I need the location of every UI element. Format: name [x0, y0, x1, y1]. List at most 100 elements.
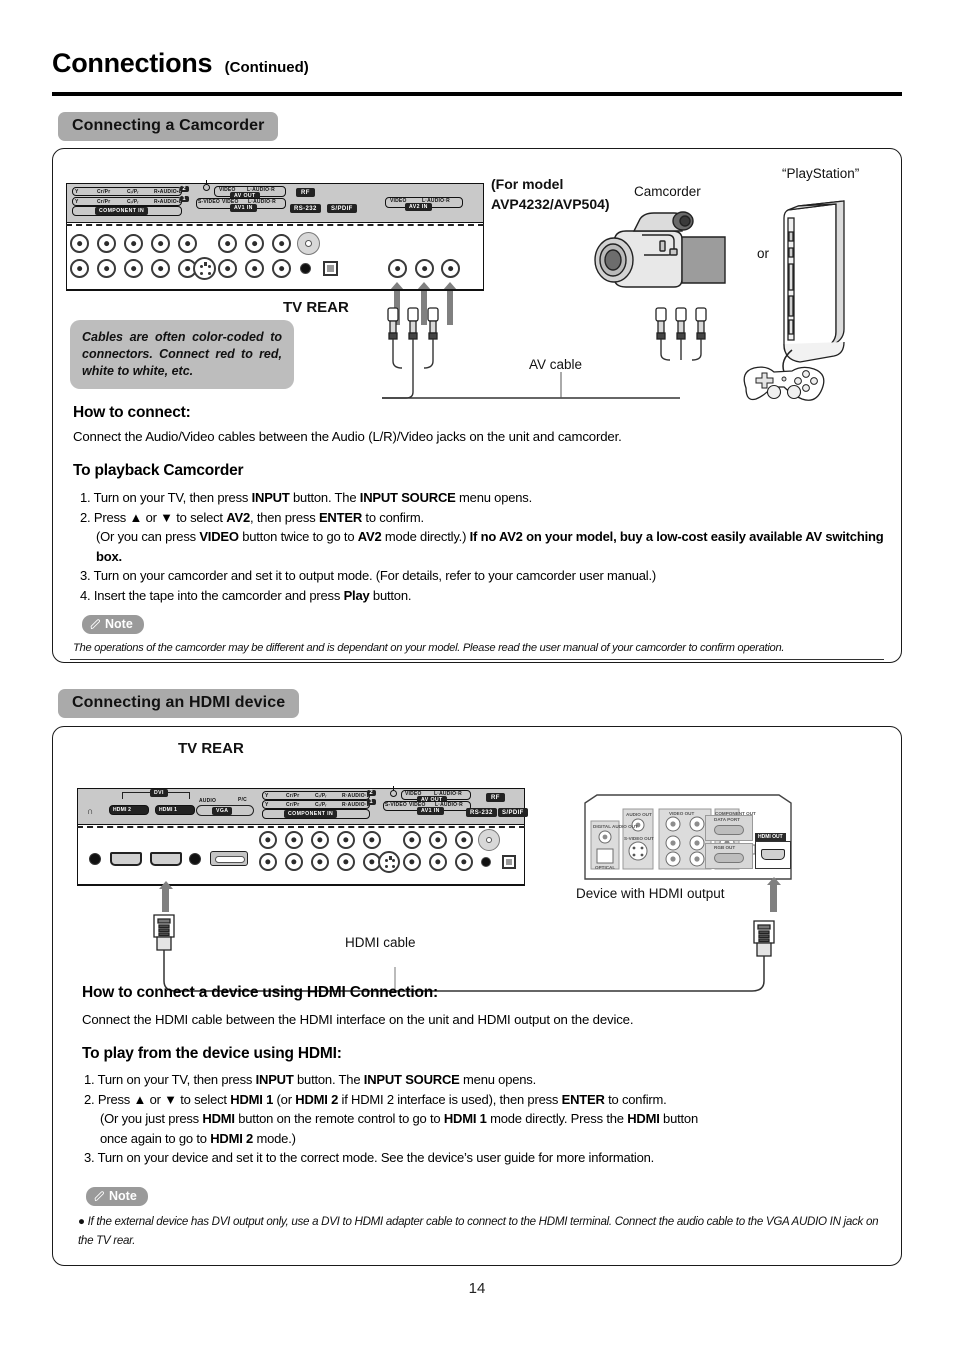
s-video-jack-2: [378, 851, 400, 873]
camcorder-label: Camcorder: [634, 184, 701, 199]
step-emphasis: HDMI 2: [295, 1091, 339, 1107]
label-spdif-2: S/PDIF: [498, 808, 528, 817]
step-item: 2. Press ▲ or ▼ to select HDMI 1 (or HDM…: [84, 1090, 899, 1110]
hdmi-device-illustration: DATA PORT RGB OUT HDMI OUT DIGITAL AUDIO…: [583, 793, 795, 885]
note-badge-camcorder: Note: [82, 615, 144, 634]
step-emphasis: ENTER: [561, 1091, 605, 1107]
step-number: 3.: [84, 1150, 98, 1165]
label-hdmi2: HDMI 2: [113, 807, 132, 813]
section-heading-camcorder: Connecting a Camcorder: [58, 112, 279, 141]
label-av1-in: AV1 IN: [230, 204, 257, 212]
camcorder-illustration: [594, 211, 726, 288]
label-pc: P/C: [238, 797, 247, 803]
hdmi-steps: 1. Turn on your TV, then press INPUT but…: [84, 1070, 899, 1168]
step-emphasis: HDMI 1: [230, 1091, 274, 1107]
step-number: 2.: [84, 1091, 98, 1107]
play-from-device-heading: To play from the device using HDMI:: [82, 1045, 342, 1062]
pen-icon: [90, 618, 101, 629]
how-to-connect-heading-hdmi: How to connect a device using HDMI Conne…: [82, 984, 438, 1001]
dev-label-hdmi-out: HDMI OUT: [755, 833, 786, 841]
step-text: button. The: [293, 1072, 364, 1087]
step-text: menu opens.: [459, 1072, 536, 1087]
step-emphasis: INPUT SOURCE: [363, 1072, 460, 1087]
label-rs232-2: RS-232: [466, 808, 497, 817]
step-item: 2. Press ▲ or ▼ to select AV2, then pres…: [80, 508, 895, 528]
av-cable-run: [382, 397, 680, 399]
note-text-camcorder: The operations of the camcorder may be d…: [73, 642, 785, 654]
step-text: , then press: [250, 509, 319, 525]
step-text: menu opens.: [455, 490, 532, 505]
step-emphasis: HDMI 1: [443, 1111, 487, 1126]
dev-label-data-port: DATA PORT: [714, 817, 740, 822]
dev-label-video-out: VIDEO OUT: [669, 811, 695, 816]
step-item: once again to go to HDMI 2 mode.): [84, 1129, 899, 1149]
dev-label-digital-audio-out: DIGITAL AUDIO OUT: [593, 824, 638, 829]
dev-label-audio-out: AUDIO OUT: [626, 812, 652, 817]
step-emphasis: INPUT SOURCE: [359, 490, 456, 505]
tv-rear-label-hdmi: TV REAR: [178, 740, 244, 757]
header-divider: [52, 92, 902, 96]
step-emphasis: HDMI: [202, 1111, 235, 1126]
note-label-hdmi: Note: [109, 1189, 137, 1203]
dev-label-component-out: COMPONENT OUT: [715, 811, 756, 816]
page-header: Connections (Continued): [52, 48, 902, 79]
step-emphasis: VIDEO: [199, 529, 239, 544]
label-dvi: DVI: [150, 789, 168, 797]
step-text: (Or you can press: [96, 529, 200, 544]
label-av2-in: AV2 IN: [405, 203, 432, 211]
step-text: button twice to go to: [238, 529, 358, 544]
step-item: (Or you can press VIDEO button twice to …: [80, 527, 895, 566]
step-text: Turn on your camcorder and set it to out…: [93, 568, 657, 583]
step-emphasis: AV2: [226, 509, 250, 525]
headphone-icon: ∩: [87, 806, 94, 816]
pc-audio-jack: [189, 853, 201, 865]
step-item: 4. Insert the tape into the camcorder an…: [80, 586, 895, 606]
section-heading-hdmi: Connecting an HDMI device: [58, 689, 300, 718]
step-emphasis: Play: [343, 587, 370, 603]
step-emphasis: AV2: [357, 529, 382, 544]
step-item: 1. Turn on your TV, then press INPUT but…: [84, 1070, 899, 1090]
note-label-camcorder: Note: [105, 617, 133, 631]
step-number: 4.: [80, 587, 94, 603]
step-emphasis: INPUT: [251, 490, 290, 505]
step-text: mode directly. Press the: [486, 1111, 628, 1126]
camcorder-steps: 1. Turn on your TV, then press INPUT but…: [80, 488, 895, 605]
vga-port: [210, 851, 248, 866]
step-text: (Or you just press: [100, 1111, 203, 1126]
av2-audio-l-jack: [415, 259, 434, 278]
step-emphasis: ENTER: [318, 509, 363, 525]
headphone-jack: [89, 853, 101, 865]
step-text: button. The: [289, 490, 360, 505]
step-text: mode.): [253, 1130, 296, 1146]
step-text: to confirm.: [604, 1091, 667, 1107]
hdmi-cable-label: HDMI cable: [345, 935, 416, 950]
label-hdmi1: HDMI 1: [159, 807, 178, 813]
step-text: Turn on your TV, then press: [93, 490, 252, 505]
step-text: button.: [369, 587, 412, 603]
label-vga: VGA: [212, 806, 233, 815]
device-with-hdmi-output-label: Device with HDMI output: [576, 886, 725, 901]
page-number: 14: [468, 1280, 486, 1297]
step-number: 2.: [80, 509, 94, 525]
playstation-label: “PlayStation”: [782, 166, 860, 181]
label-component-in-2: COMPONENT IN: [284, 809, 338, 818]
step-number: 3.: [80, 568, 94, 583]
playback-camcorder-heading: To playback Camcorder: [73, 462, 244, 479]
hdmi1-port: [150, 852, 182, 866]
step-text: Turn on your TV, then press: [97, 1072, 256, 1087]
step-item: 1. Turn on your TV, then press INPUT but…: [80, 488, 895, 508]
step-text: (or: [273, 1091, 296, 1107]
s-video-jack: [193, 257, 216, 280]
dev-label-s-video-out: S-VIDEO OUT: [624, 836, 654, 841]
step-number: 1.: [80, 490, 94, 505]
label-rf-2: RF: [486, 793, 505, 802]
label-rf: RF: [296, 188, 315, 197]
model-note-line1: (For model: [491, 176, 564, 192]
av-cable-leader: [560, 372, 562, 398]
step-text: once again to go to: [100, 1130, 211, 1146]
step-text: Press ▲ or ▼ to select: [97, 1091, 231, 1107]
step-emphasis: HDMI: [627, 1111, 660, 1126]
note-divider-camcorder: [70, 659, 884, 661]
pen-icon-2: [94, 1190, 105, 1201]
page-title: Connections: [52, 48, 213, 78]
